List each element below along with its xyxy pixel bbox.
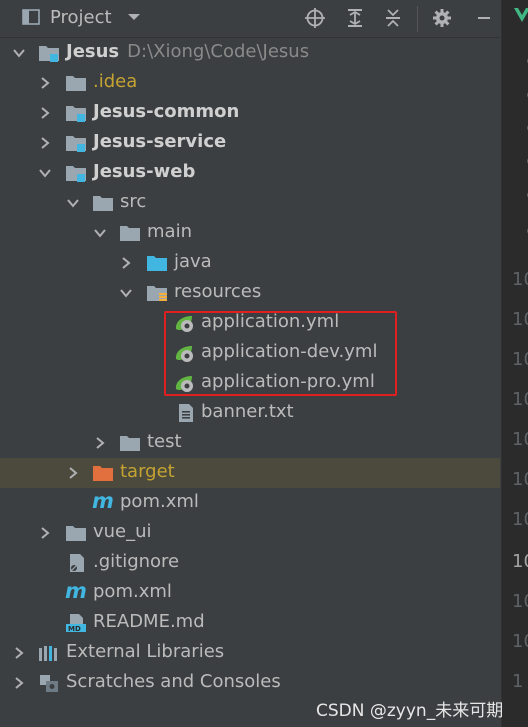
gutter-line-number: 10: [512, 349, 528, 370]
maven-icon: m: [65, 579, 87, 603]
module-folder-icon: [66, 136, 86, 152]
tree-row-jesus-service[interactable]: Jesus-service: [0, 128, 500, 158]
tree-label: Jesus-common: [93, 101, 240, 122]
chevron-down-icon[interactable]: [93, 226, 107, 240]
folder-icon: [120, 436, 140, 451]
chevron-down-icon[interactable]: [66, 196, 80, 210]
tree-row-jesus-web[interactable]: Jesus-web: [0, 158, 500, 188]
libraries-icon: [39, 646, 57, 661]
watermark: CSDN @zyyn_未来可期: [316, 701, 504, 721]
module-path: D:\Xiong\Code\Jesus: [127, 41, 310, 62]
markdown-icon: MD: [66, 614, 86, 633]
chevron-right-icon[interactable]: [38, 136, 52, 150]
chevron-down-icon[interactable]: [38, 166, 52, 180]
tree-row-pom-xml-root[interactable]: m pom.xml: [0, 578, 500, 608]
tree-row-scratches-and-consoles[interactable]: Scratches and Consoles: [0, 668, 500, 698]
gutter-line-number: 10: [512, 389, 528, 410]
chevron-right-icon[interactable]: [38, 526, 52, 540]
tree-row-test[interactable]: test: [0, 428, 500, 458]
tree-label: test: [147, 431, 182, 452]
chevron-right-icon[interactable]: [12, 646, 26, 660]
vue-file-icon: [514, 8, 528, 22]
folder-icon: [66, 76, 86, 91]
gutter-line-number: 10: [512, 309, 528, 330]
tree-label: pom.xml: [120, 491, 199, 512]
expand-all-icon[interactable]: [345, 8, 365, 28]
gutter-line-number: 10: [512, 469, 528, 490]
chevron-right-icon[interactable]: [38, 76, 52, 90]
tree-label: README.md: [93, 611, 205, 632]
tree-label: Jesus-web: [93, 161, 196, 182]
tree-row-jesus[interactable]: Jesus D:\Xiong\Code\Jesus: [0, 38, 500, 68]
tree-row-readme[interactable]: MD README.md: [0, 608, 500, 638]
tree-label: src: [120, 191, 147, 212]
folder-icon: [66, 526, 86, 541]
project-toolbar: Project: [0, 0, 500, 38]
gutter-line-number: 10: [512, 591, 528, 612]
gutter-line-number: 10: [512, 631, 528, 652]
chevron-down-icon[interactable]: [127, 12, 141, 22]
gear-icon[interactable]: [432, 8, 452, 28]
panel-title[interactable]: Project: [50, 7, 112, 28]
tree-row-main[interactable]: main: [0, 218, 500, 248]
tree-label: java: [174, 251, 212, 272]
scratches-icon: [40, 675, 58, 692]
tree-label: External Libraries: [66, 641, 225, 662]
maven-icon: m: [92, 489, 114, 513]
gutter-line-number: 10: [512, 269, 528, 290]
chevron-right-icon[interactable]: [38, 106, 52, 120]
tree-label: Scratches and Consoles: [66, 671, 281, 692]
tree-row-src[interactable]: src: [0, 188, 500, 218]
project-window-icon[interactable]: [22, 9, 40, 25]
tree-row-external-libraries[interactable]: External Libraries: [0, 638, 500, 668]
chevron-right-icon[interactable]: [119, 256, 133, 270]
excluded-folder-icon: [93, 466, 113, 481]
tree-row-gitignore[interactable]: .gitignore: [0, 548, 500, 578]
gitignore-file-icon: [70, 554, 84, 572]
tree-row-jesus-common[interactable]: Jesus-common: [0, 98, 500, 128]
folder-icon: [120, 226, 140, 241]
gutter-line-number: 10: [512, 551, 528, 572]
tree-label: target: [120, 461, 175, 482]
locate-icon[interactable]: [305, 8, 325, 28]
module-folder-icon: [66, 166, 86, 182]
gutter-line-number: 10: [512, 429, 528, 450]
tree-row-pom-xml[interactable]: m pom.xml: [0, 488, 500, 518]
tree-label: vue_ui: [93, 521, 152, 542]
collapse-all-icon[interactable]: [383, 8, 403, 28]
tree-row-vue-ui[interactable]: vue_ui: [0, 518, 500, 548]
tree-label: banner.txt: [201, 401, 294, 422]
highlight-box: [164, 311, 397, 396]
tree-row-target[interactable]: target: [0, 458, 500, 488]
tree-row-java[interactable]: java: [0, 248, 500, 278]
tree-label: .idea: [93, 71, 138, 92]
tree-label: Jesus-service: [93, 131, 227, 152]
chevron-down-icon[interactable]: [12, 46, 26, 60]
chevron-right-icon[interactable]: [93, 436, 107, 450]
chevron-right-icon[interactable]: [12, 676, 26, 690]
tree-row-resources[interactable]: resources: [0, 278, 500, 308]
tree-label: pom.xml: [93, 581, 172, 602]
gutter-line-number: 1: [512, 671, 524, 692]
svg-text:MD: MD: [68, 625, 81, 633]
source-folder-icon: [147, 256, 167, 271]
module-folder-icon: [39, 46, 59, 62]
tree-label: Jesus: [66, 41, 120, 62]
folder-icon: [93, 196, 113, 211]
tree-row-idea[interactable]: .idea: [0, 68, 500, 98]
chevron-down-icon[interactable]: [119, 286, 133, 300]
chevron-right-icon[interactable]: [66, 466, 80, 480]
tree-label: .gitignore: [93, 551, 180, 572]
tree-row-banner-txt[interactable]: banner.txt: [0, 398, 500, 428]
module-folder-icon: [66, 106, 86, 122]
tree-label: main: [147, 221, 192, 242]
tree-label: resources: [174, 281, 262, 302]
gutter-line-number: 10: [512, 509, 528, 530]
minimize-icon[interactable]: [474, 8, 494, 28]
resources-folder-icon: [147, 286, 167, 301]
editor-gutter: 10 10 10 10 10 10 10 10 10 10 1: [501, 0, 528, 727]
toolbar-separator: [417, 6, 418, 32]
text-file-icon: [179, 404, 193, 422]
